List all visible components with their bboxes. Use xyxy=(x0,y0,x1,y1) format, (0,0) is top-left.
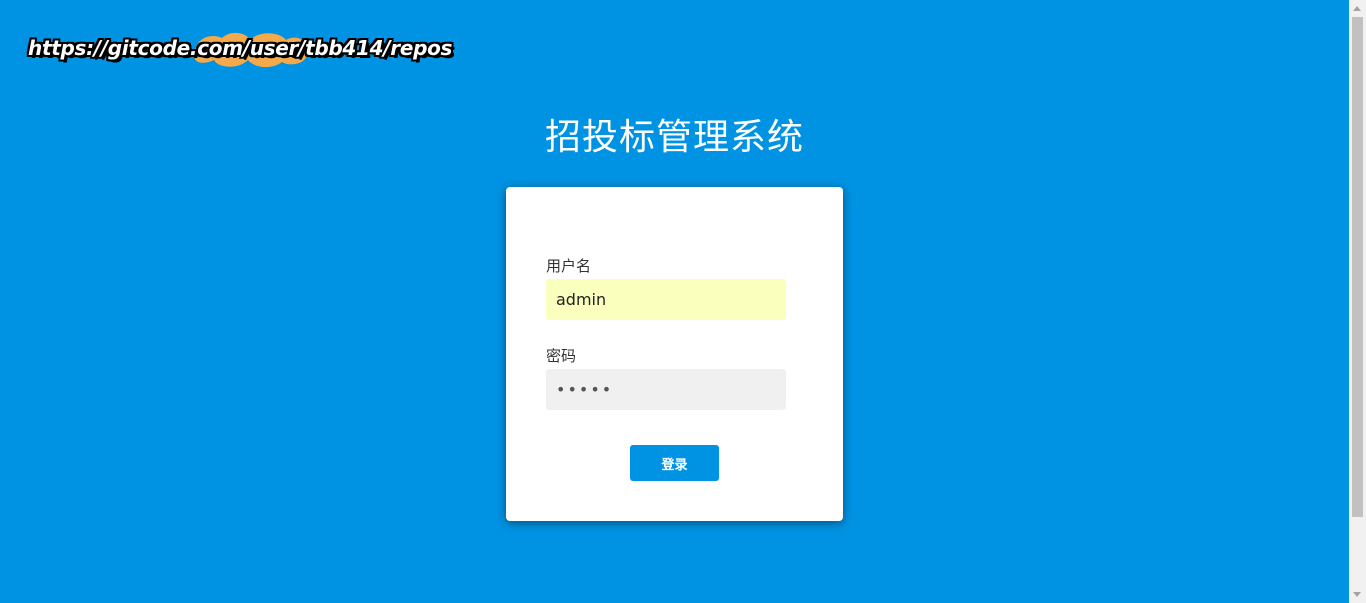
login-card: 用户名 密码 登录 xyxy=(506,187,843,521)
scroll-up-icon[interactable] xyxy=(1353,6,1361,11)
watermark: https://gitcode.com/user/tbb414/repos xyxy=(28,30,453,68)
watermark-url: https://gitcode.com/user/tbb414/repos xyxy=(28,36,453,60)
login-button[interactable]: 登录 xyxy=(630,445,719,481)
scrollbar-thumb[interactable] xyxy=(1352,17,1363,517)
scroll-down-icon[interactable] xyxy=(1353,592,1361,597)
username-label: 用户名 xyxy=(546,257,592,275)
username-input[interactable] xyxy=(546,279,786,320)
password-input[interactable] xyxy=(546,369,786,410)
password-label: 密码 xyxy=(546,347,577,365)
page-background: https://gitcode.com/user/tbb414/repos 招投… xyxy=(0,0,1349,603)
page-title: 招投标管理系统 xyxy=(544,117,804,158)
vertical-scrollbar[interactable] xyxy=(1349,0,1366,603)
